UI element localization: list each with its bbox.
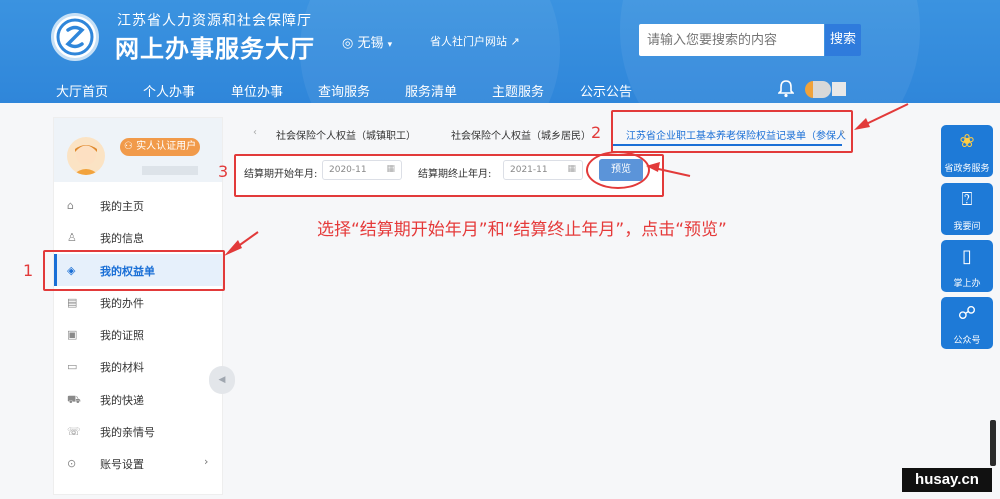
annotation-arrowhead-2 [854, 118, 870, 130]
rail-mobile[interactable]: ▯ 掌上办 [941, 240, 993, 292]
rail-wechat[interactable]: ☍ 公众号 [941, 297, 993, 349]
right-floating-rail: ❀ 省政务服务 ⍰ 我要问 ▯ 掌上办 ☍ 公众号 [941, 125, 993, 350]
gov-service-icon: ❀ [959, 131, 975, 152]
rail-ask[interactable]: ⍰ 我要问 [941, 183, 993, 235]
question-icon: ⍰ [961, 189, 973, 210]
rail-label: 省政务服务 [944, 164, 990, 174]
rail-label: 公众号 [953, 336, 981, 346]
annotation-arrow-2 [861, 103, 909, 127]
annotation-arrowhead-1 [224, 240, 242, 256]
rail-label: 我要问 [953, 222, 981, 232]
rail-label: 掌上办 [953, 279, 981, 289]
annotation-arrowhead-3 [646, 162, 660, 172]
watermark: husay.cn [902, 468, 992, 492]
scrollbar-thumb[interactable] [990, 420, 996, 466]
wechat-icon: ☍ [957, 303, 977, 324]
instruction-text: 选择“结算期开始年月”和“结算终止年月”，点击“预览” [317, 220, 727, 240]
mobile-icon: ▯ [962, 246, 972, 267]
annotation-arrows [224, 103, 909, 256]
annotation-arrow-3 [653, 167, 691, 177]
rail-gov-service[interactable]: ❀ 省政务服务 [941, 125, 993, 177]
